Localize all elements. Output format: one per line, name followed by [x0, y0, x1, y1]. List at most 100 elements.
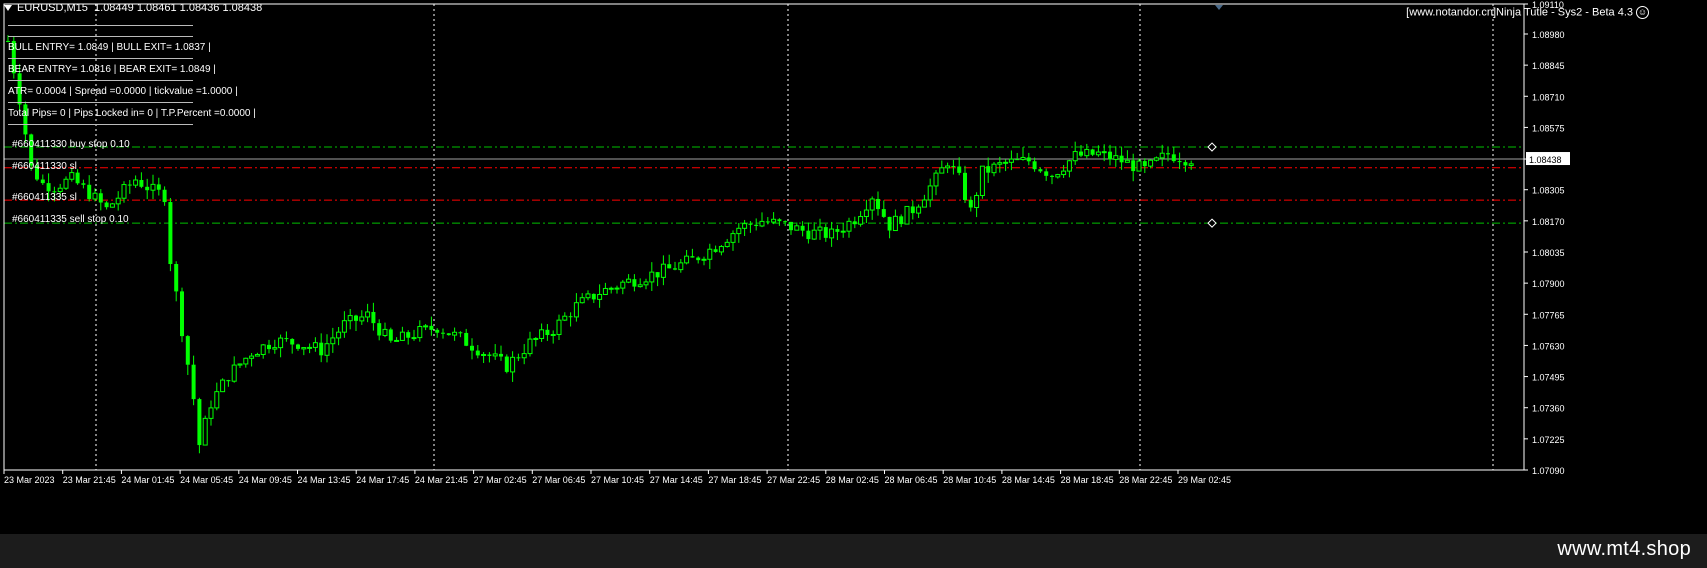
candle-bear: [748, 223, 753, 225]
candle-bear: [1050, 175, 1054, 177]
candle-bear: [1038, 169, 1043, 172]
candle-bear: [185, 336, 190, 365]
x-tick-label: 28 Mar 06:45: [885, 475, 938, 485]
candle-bull: [608, 287, 614, 290]
candle-bull: [301, 347, 307, 350]
candle-bull: [979, 165, 985, 196]
candle-bull: [945, 165, 951, 169]
candle-bear: [429, 325, 434, 330]
candlestick-chart[interactable]: 1.091101.089801.088451.087101.085751.084…: [0, 0, 1707, 568]
candle-bull: [927, 185, 933, 201]
separator: [8, 124, 193, 125]
candle-bear: [881, 209, 886, 217]
sl-lower-label[interactable]: #660411335 sl: [12, 192, 77, 203]
candle-bear: [806, 230, 811, 240]
candle-bull: [614, 287, 620, 290]
candle-bear: [783, 221, 788, 223]
candle-bull: [771, 218, 777, 223]
candle-bear: [835, 229, 840, 232]
candle-bull: [869, 198, 875, 211]
candle-bear: [951, 165, 956, 167]
candle-bull: [214, 391, 220, 409]
candle-bear: [545, 329, 550, 336]
candle-bear: [852, 221, 857, 225]
candle-bull: [220, 379, 226, 393]
candle-bear: [800, 225, 805, 231]
x-tick-label: 28 Mar 14:45: [1002, 475, 1055, 485]
candle-bull: [817, 226, 823, 231]
x-tick-label: 24 Mar 17:45: [356, 475, 409, 485]
x-tick-label: 24 Mar 01:45: [121, 475, 174, 485]
separator: [8, 80, 193, 81]
candle-bull: [1061, 170, 1067, 176]
candle-bull: [243, 357, 249, 365]
candle-bull: [1148, 159, 1154, 167]
x-tick-label: 27 Mar 14:45: [650, 475, 703, 485]
candle-bull: [730, 233, 736, 243]
candle-bear: [197, 399, 202, 446]
y-tick-label: 1.08710: [1532, 92, 1565, 102]
chart-border: [3, 3, 1525, 471]
candle-bull: [510, 356, 516, 373]
candle-bear: [284, 338, 289, 340]
candle-bear: [296, 344, 300, 349]
candle-bull: [307, 346, 313, 349]
sl-upper-label[interactable]: #660411330 sl: [12, 161, 77, 172]
x-tick-label: 29 Mar 02:45: [1178, 475, 1231, 485]
candle-bear: [458, 332, 463, 334]
candle-bear: [475, 350, 480, 356]
separator: [8, 58, 193, 59]
candle-bear: [162, 189, 167, 203]
candle-bear: [1131, 160, 1136, 172]
y-tick-label: 1.08305: [1532, 186, 1565, 196]
candle-bear: [388, 329, 393, 341]
x-tick-label: 27 Mar 18:45: [708, 475, 761, 485]
candle-bear: [371, 311, 376, 324]
candle-bull: [1020, 156, 1026, 160]
candle-bear: [1166, 153, 1170, 155]
candle-bull: [260, 344, 266, 355]
candle-bull: [208, 407, 214, 419]
chart-frame: [3, 3, 1525, 471]
candle-bear: [957, 166, 962, 173]
candle-bull: [742, 223, 748, 229]
candle-bull: [1084, 148, 1090, 157]
x-tick-label: 28 Mar 10:45: [943, 475, 996, 485]
y-tick-label: 1.08170: [1532, 217, 1565, 227]
candle-bull: [1159, 152, 1165, 159]
candle-bull: [863, 209, 869, 218]
candle-bear: [690, 256, 695, 258]
x-tick-label: 28 Mar 22:45: [1119, 475, 1172, 485]
candle-bear: [156, 184, 161, 190]
candle-bull: [57, 187, 63, 192]
candle-bear: [180, 291, 184, 337]
candle-bull: [249, 355, 255, 359]
candle-bear: [899, 216, 904, 225]
candle-bull: [643, 281, 649, 286]
buy-stop-label[interactable]: #660411330 buy stop 0.10: [12, 139, 130, 150]
symbol-line: EURUSD,M15 1.08449 1.08461 1.08436 1.084…: [17, 2, 263, 14]
watermark: www.mt4.shop: [1557, 538, 1691, 560]
candle-bull: [417, 326, 423, 339]
candle-bull: [69, 172, 75, 180]
candle-bear: [673, 268, 677, 270]
price-axis: 1.091101.089801.088451.087101.085751.084…: [1524, 0, 1570, 476]
candle-bull: [1136, 160, 1142, 172]
candle-bear: [319, 342, 324, 356]
candle-bear: [632, 279, 637, 287]
candle-bear: [1171, 154, 1176, 162]
candle-bull: [341, 320, 347, 333]
candle-bull: [492, 353, 498, 357]
chart-grid: [95, 4, 1494, 470]
candle-bear: [910, 206, 915, 214]
sell-stop-label[interactable]: #660411335 sell stop 0.10: [12, 214, 129, 225]
smiley-icon: ☺: [1636, 6, 1649, 19]
y-tick-label: 1.07765: [1532, 310, 1565, 320]
candle-bull: [921, 199, 927, 208]
candle-bull: [892, 215, 898, 232]
collapse-triangle-icon[interactable]: [4, 5, 12, 12]
pips-info: Total Pips= 0 | Pips Locked in= 0 | T.P.…: [8, 108, 256, 119]
candle-bear: [655, 272, 660, 278]
candle-bull: [620, 281, 626, 289]
x-tick-label: 24 Mar 05:45: [180, 475, 233, 485]
